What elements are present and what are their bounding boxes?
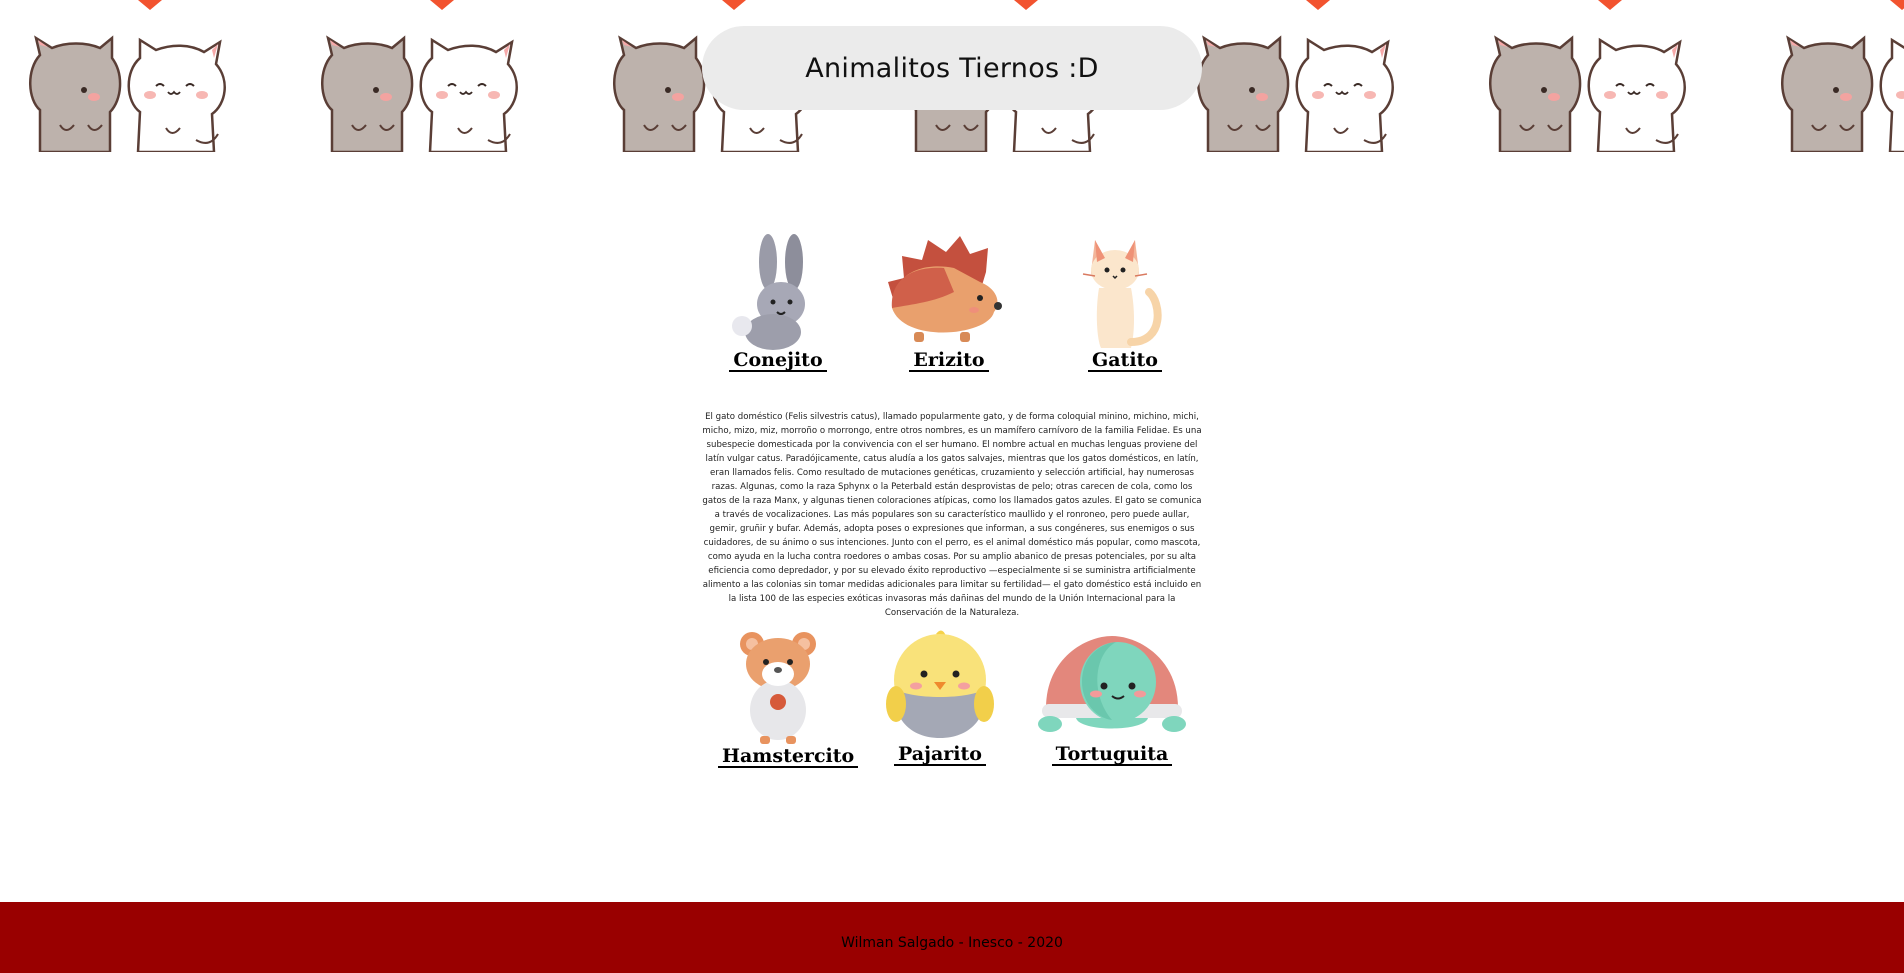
- kissing-cats-image: [1780, 0, 1904, 152]
- kissing-cats-image: [1488, 0, 1686, 152]
- animal-card-hedgehog: Erizito: [884, 232, 1014, 372]
- animal-label: Tortuguita: [1051, 744, 1173, 766]
- animal-label: Erizito: [909, 350, 989, 372]
- kissing-cats-image: [320, 0, 518, 152]
- animal-label: Pajarito: [894, 744, 986, 766]
- animal-card-chick: Pajarito: [880, 628, 1000, 766]
- kissing-cats-image: [1196, 0, 1394, 152]
- hamster-icon: [740, 632, 816, 744]
- turtle-icon: [1038, 636, 1186, 732]
- animal-card-turtle: Tortuguita: [1032, 628, 1192, 766]
- animal-label: Hamstercito: [718, 746, 859, 768]
- hedgehog-icon: [888, 236, 1002, 342]
- footer-credits: Wilman Salgado - Inesco - 2020: [841, 934, 1063, 951]
- header-banner: Animalitos Tiernos :D: [0, 0, 1904, 152]
- animal-card-rabbit: Conejito: [718, 232, 838, 372]
- animal-label: Conejito: [729, 350, 827, 372]
- cat-icon: [1082, 240, 1162, 348]
- animal-card-hamster: Hamstercito: [718, 628, 859, 768]
- title-pill: Animalitos Tiernos :D: [702, 26, 1202, 110]
- cat-description: El gato doméstico (Felis silvestris catu…: [702, 412, 1202, 618]
- animal-card-cat: Gatito: [1070, 232, 1180, 372]
- chick-icon: [886, 630, 994, 738]
- animal-label: Gatito: [1088, 350, 1162, 372]
- page-title: Animalitos Tiernos :D: [805, 52, 1099, 84]
- rabbit-icon: [732, 234, 805, 350]
- footer: Wilman Salgado - Inesco - 2020: [0, 902, 1904, 973]
- kissing-cats-image: [28, 0, 226, 152]
